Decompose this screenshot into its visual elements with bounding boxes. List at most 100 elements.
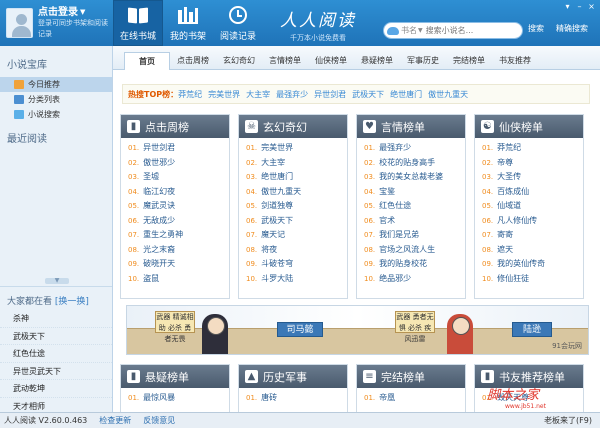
list-item[interactable]: 03. 大圣传 — [475, 170, 583, 185]
list-item[interactable]: 10. 修仙狂徒 — [475, 272, 583, 287]
tab-reader-recommend[interactable]: 书友推荐 — [492, 52, 538, 70]
tab-military-history[interactable]: 军事历史 — [400, 52, 446, 70]
list-icon — [14, 95, 24, 104]
hot-search-link[interactable]: 莽荒纪 — [178, 89, 202, 100]
list-item[interactable]: 07. 我们是兄弟 — [357, 228, 465, 243]
list-item[interactable]: 08. 官场之风流人生 — [357, 243, 465, 258]
list-item[interactable]: 04. 临江幻夜 — [121, 185, 229, 200]
list-item[interactable]: 02. 傲世邪少 — [121, 156, 229, 171]
hot-search-link[interactable]: 傲世九重天 — [428, 89, 468, 100]
list-item[interactable]: 09. 我的英仙传奇 — [475, 257, 583, 272]
list-item[interactable]: 04. 宝鉴 — [357, 185, 465, 200]
sidebar-item-novel-search[interactable]: 小说搜索 — [0, 107, 112, 122]
list-item[interactable]: 07. 魔天记 — [239, 228, 347, 243]
collapse-toggle[interactable]: ▼ — [45, 278, 69, 284]
panel-title[interactable]: 悬疑榜单 — [145, 369, 189, 385]
login-area[interactable]: 点击登录 ▼ 登录可同步书架和阅读记录 — [0, 0, 113, 46]
chevron-down-icon[interactable]: ▼ — [418, 27, 423, 34]
list-item[interactable]: 01. 最惊风暴 — [121, 391, 229, 406]
tab-romance[interactable]: 言情榜单 — [262, 52, 308, 70]
hot-search-link[interactable]: 最强弃少 — [276, 89, 308, 100]
list-item[interactable]: 06. 武极天下 — [239, 214, 347, 229]
panel-title[interactable]: 仙侠榜单 — [499, 119, 543, 135]
hot-search-link[interactable]: 绝世唐门 — [390, 89, 422, 100]
panel-title[interactable]: 言情榜单 — [381, 119, 425, 135]
nav-tab-my-bookshelf[interactable]: 我的书架 — [163, 0, 213, 46]
list-item[interactable]: 08. 遮天 — [475, 243, 583, 258]
list-item[interactable]: 10. 盗鼠 — [121, 272, 229, 287]
list-item[interactable]: 09. 我的贴身校花 — [357, 257, 465, 272]
list-item[interactable]: 01. 帝凰 — [357, 391, 465, 406]
panel-title[interactable]: 点击周榜 — [145, 119, 189, 135]
avatar[interactable] — [6, 8, 33, 38]
search-button[interactable]: 搜索 — [528, 23, 548, 38]
sidebar-item-today-recommend[interactable]: 今日推荐 — [0, 77, 112, 92]
list-item[interactable]: 03. 绝世唐门 — [239, 170, 347, 185]
close-icon[interactable]: × — [586, 2, 597, 11]
precise-search-button[interactable]: 精确搜索 — [556, 23, 596, 38]
skull-icon: ☠ — [245, 120, 258, 133]
feedback-link[interactable]: 反馈意见 — [143, 415, 175, 426]
list-item[interactable]: 10. 绝品邪少 — [357, 272, 465, 287]
list-item[interactable]: 07. 寄寄 — [475, 228, 583, 243]
ad-banner[interactable]: 武器 精诚相助 必杀 勇者无畏 司马懿 武器 勇者无惧 必杀 疾风迅雷 陆逊 9… — [126, 305, 589, 355]
tab-mystery[interactable]: 悬疑榜单 — [354, 52, 400, 70]
list-item[interactable]: 09. 斗破苍穹 — [239, 257, 347, 272]
list-item[interactable]: 06. 官术 — [357, 214, 465, 229]
list-item[interactable]: 05. 红色仕途 — [357, 199, 465, 214]
menu-icon[interactable]: ▾ — [562, 2, 573, 11]
hot-search-link[interactable]: 完美世界 — [208, 89, 240, 100]
login-title[interactable]: 点击登录 — [38, 7, 78, 18]
list-item[interactable]: 04. 傲世九重天 — [239, 185, 347, 200]
minimize-icon[interactable]: – — [574, 2, 585, 11]
panel-title[interactable]: 历史军事 — [263, 369, 307, 385]
list-item[interactable]: 01. 莽荒纪 — [475, 141, 583, 156]
list-item[interactable]: 01. 最强弃少 — [357, 141, 465, 156]
character-illustration — [202, 314, 228, 354]
boss-key-button[interactable]: 老板来了(F9) — [544, 415, 592, 426]
list-item[interactable]: 05. 魔武灵诀 — [121, 199, 229, 214]
list-item[interactable]: 08. 光之末裔 — [121, 243, 229, 258]
list-item[interactable]: 06. 凡人修仙传 — [475, 214, 583, 229]
panel-title[interactable]: 玄幻奇幻 — [263, 119, 307, 135]
list-item[interactable]: 05. 仙域道 — [475, 199, 583, 214]
list-item[interactable]: 02. 帝尊 — [475, 156, 583, 171]
list-item[interactable]: 红色仕途 — [0, 345, 112, 363]
list-item[interactable]: 10. 斗罗大陆 — [239, 272, 347, 287]
panel-title[interactable]: 完结榜单 — [381, 369, 425, 385]
tab-weekly-clicks[interactable]: 点击周榜 — [170, 52, 216, 70]
list-item[interactable]: 武动乾坤 — [0, 380, 112, 398]
list-item[interactable]: 09. 破晓开天 — [121, 257, 229, 272]
list-item[interactable]: 01. 异世剑君 — [121, 141, 229, 156]
hot-search-link[interactable]: 异世剑君 — [314, 89, 346, 100]
list-item[interactable]: 01. 唐砖 — [239, 391, 347, 406]
tab-completed[interactable]: 完结榜单 — [446, 52, 492, 70]
list-item[interactable]: 08. 将夜 — [239, 243, 347, 258]
list-item[interactable]: 01. 完美世界 — [239, 141, 347, 156]
list-item[interactable]: 武极天下 — [0, 328, 112, 345]
search-input[interactable] — [425, 26, 506, 35]
sidebar-item-label: 今日推荐 — [28, 80, 60, 89]
list-item[interactable]: 异世灵武天下 — [0, 363, 112, 380]
list-item[interactable]: 05. 剑道独尊 — [239, 199, 347, 214]
list-item[interactable]: 03. 我的美女总裁老婆 — [357, 170, 465, 185]
tab-fantasy[interactable]: 玄幻奇幻 — [216, 52, 262, 70]
check-update-link[interactable]: 检查更新 — [99, 415, 131, 426]
hot-search-link[interactable]: 武极天下 — [352, 89, 384, 100]
list-item[interactable]: 02. 大主宰 — [239, 156, 347, 171]
list-item[interactable]: 03. 圣墟 — [121, 170, 229, 185]
tab-home[interactable]: 首页 — [124, 52, 170, 70]
tab-xianxia[interactable]: 仙侠榜单 — [308, 52, 354, 70]
nav-tab-online-store[interactable]: 在线书城 — [113, 0, 163, 46]
list-item[interactable]: 06. 无敌成少 — [121, 214, 229, 229]
list-item[interactable]: 07. 重生之勇神 — [121, 228, 229, 243]
hot-search-link[interactable]: 大主宰 — [246, 89, 270, 100]
list-item[interactable]: 杀神 — [0, 310, 112, 328]
swap-button[interactable]: [换一换] — [55, 297, 89, 307]
list-item[interactable]: 02. 校花的贴身高手 — [357, 156, 465, 171]
search-category-select[interactable]: 书名 — [401, 25, 417, 36]
sidebar-item-category-list[interactable]: 分类列表 — [0, 92, 112, 107]
nav-tab-reading-history[interactable]: 阅读记录 — [213, 0, 263, 46]
list-item[interactable]: 04. 百炼成仙 — [475, 185, 583, 200]
panel-title[interactable]: 书友推荐榜单 — [499, 369, 565, 385]
